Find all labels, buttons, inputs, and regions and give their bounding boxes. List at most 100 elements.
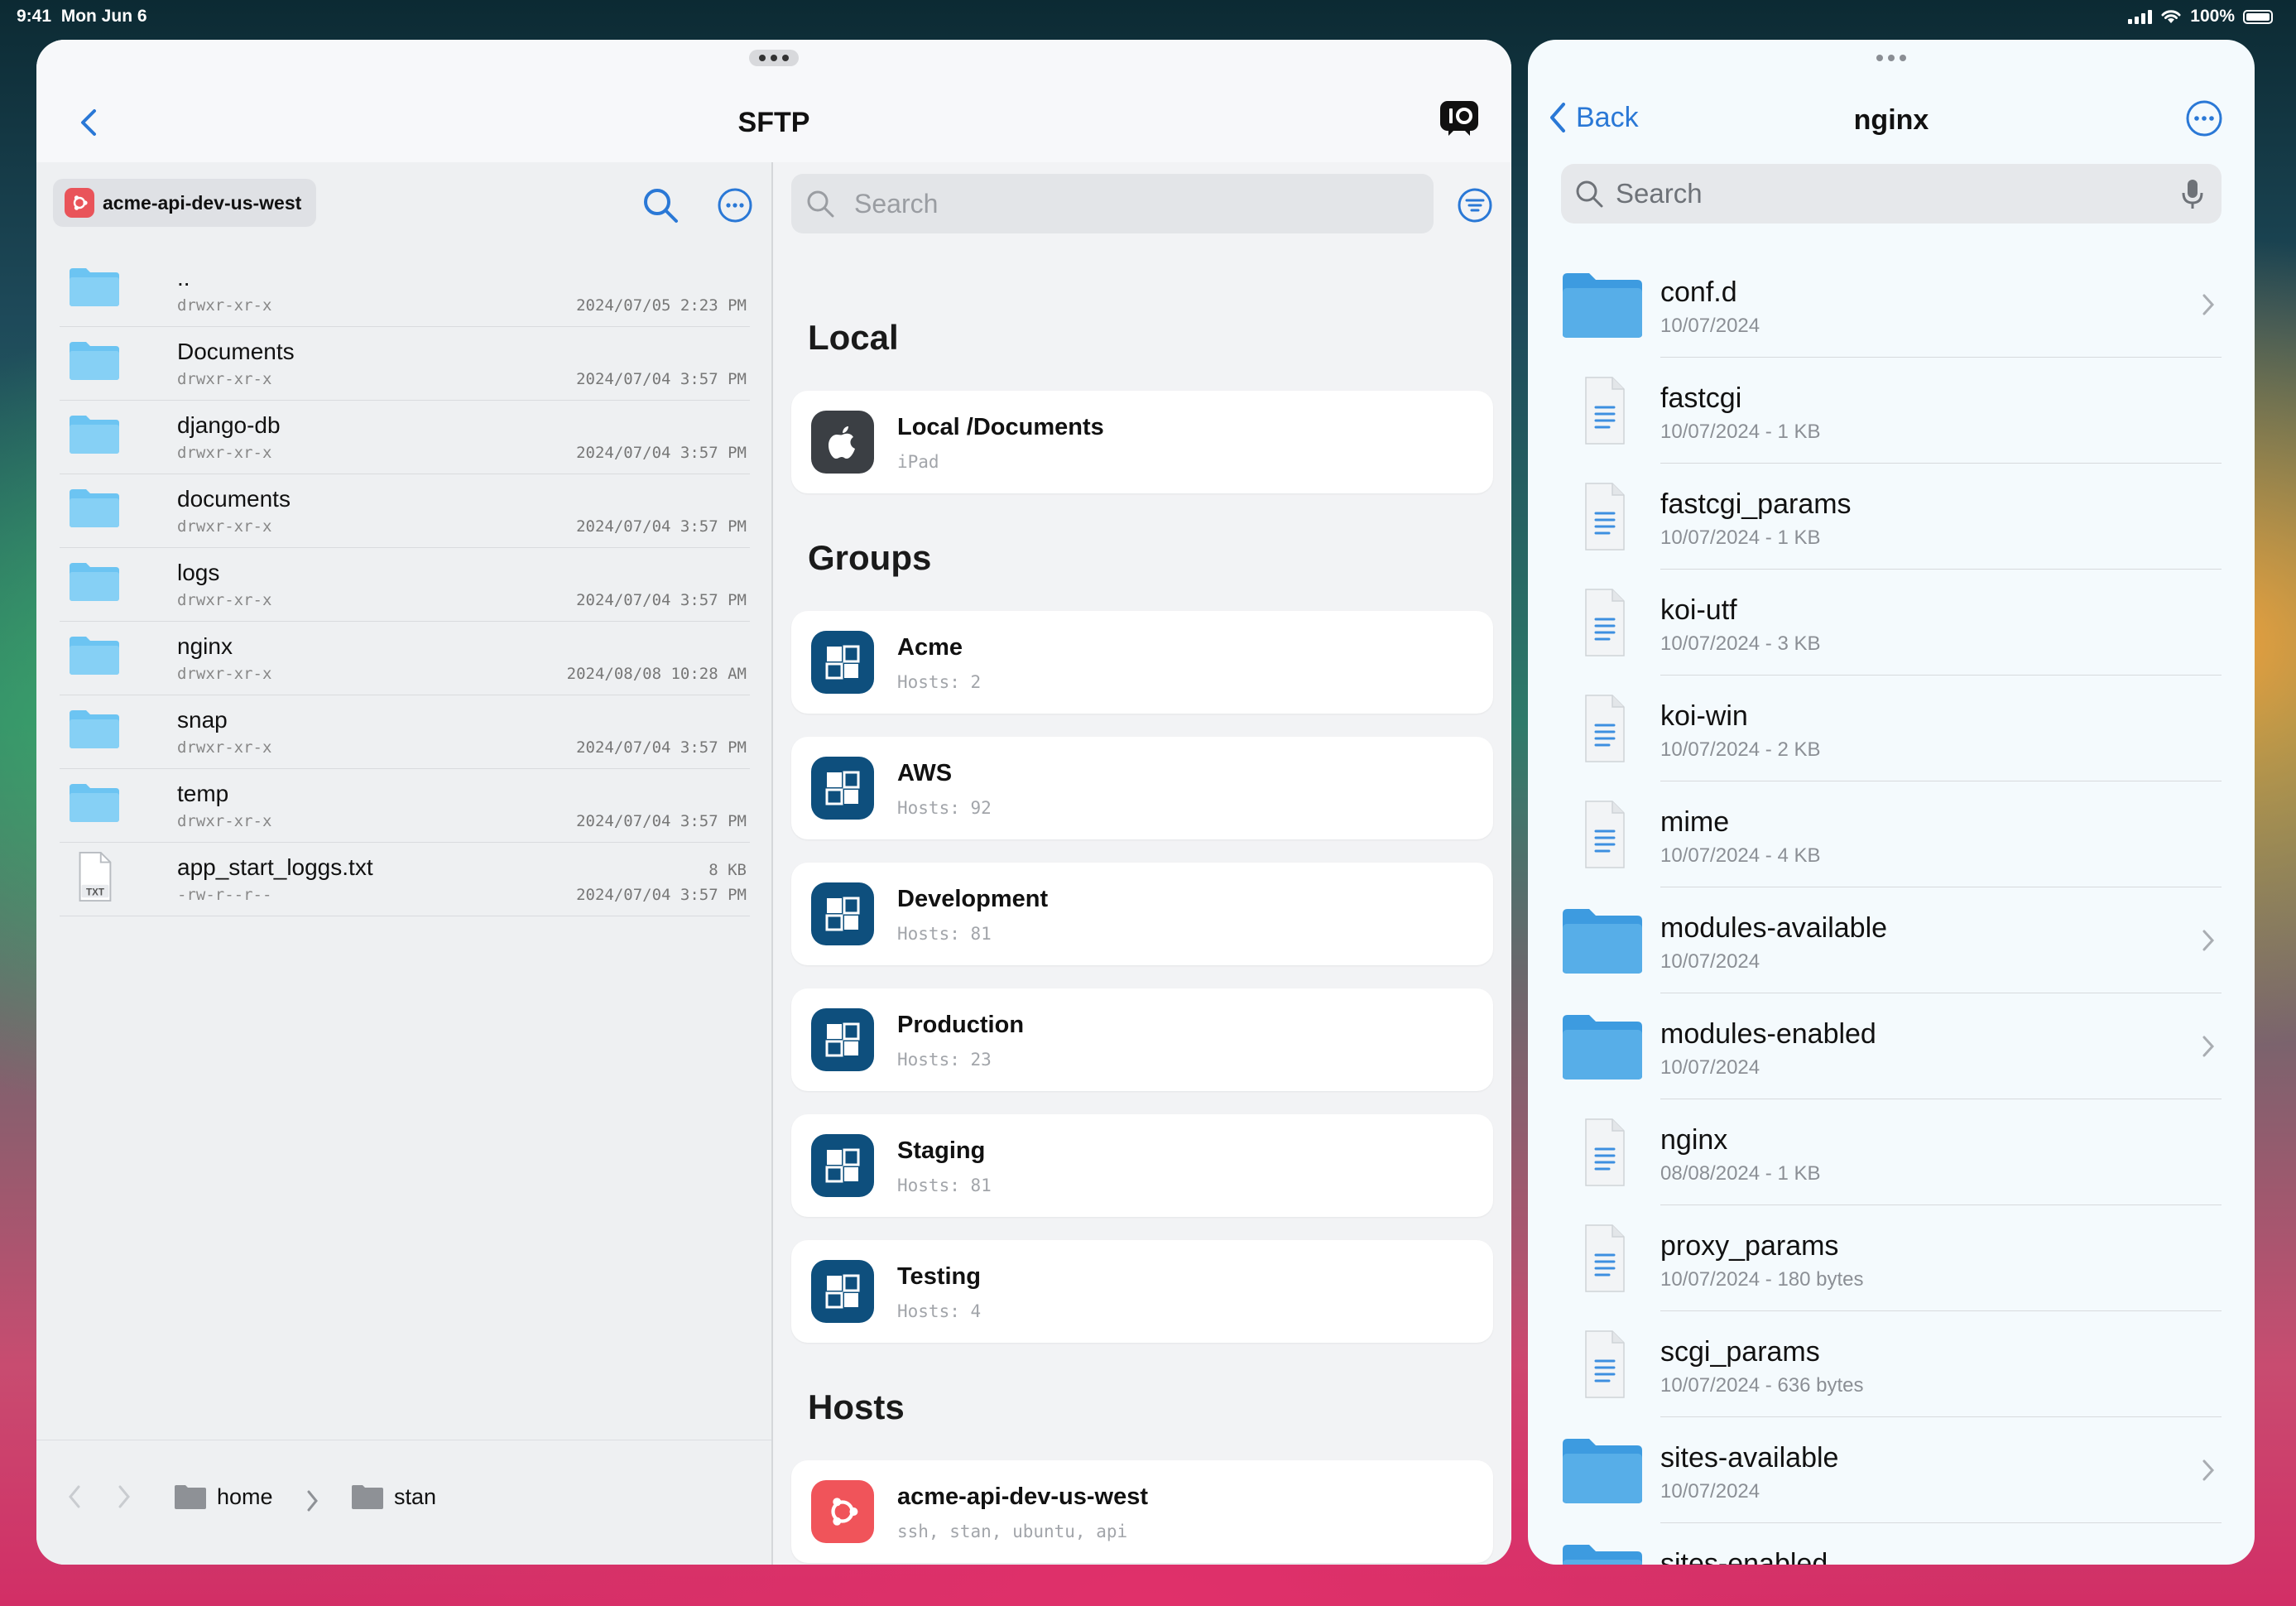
remote-file-browser: acme-api-dev-us-west .. drwxr-xr-x 2024/… — [36, 162, 773, 1565]
io-badge-icon[interactable] — [1439, 98, 1480, 137]
ubuntu-logo-icon — [811, 1480, 874, 1543]
status-indicators: 100% — [2128, 7, 2273, 26]
files-navigation-bar: Back nginx — [1528, 40, 2255, 162]
file-name: logs — [177, 560, 220, 585]
file-date: 2024/07/04 3:57 PM — [576, 591, 747, 609]
file-row[interactable]: koi-win 10/07/2024 - 2 KB — [1561, 676, 2222, 781]
group-card-aws[interactable]: AWS Hosts: 92 — [791, 737, 1493, 839]
files-search-field[interactable]: Search — [1561, 164, 2222, 224]
search-icon[interactable] — [641, 185, 680, 225]
document-icon — [1585, 695, 1625, 762]
file-date: 2024/07/04 3:57 PM — [576, 517, 747, 536]
file-row[interactable]: nginx drwxr-xr-x 2024/08/08 10:28 AM — [60, 622, 750, 695]
file-row[interactable]: scgi_params 10/07/2024 - 636 bytes — [1561, 1311, 2222, 1417]
host-chip-label: acme-api-dev-us-west — [103, 191, 302, 214]
group-icon — [811, 1260, 874, 1323]
txt-file-icon: TXT — [79, 851, 112, 902]
window-multitasking-handle[interactable] — [749, 50, 799, 66]
folder-icon — [1563, 273, 1642, 338]
path-breadcrumb: home stan — [36, 1440, 771, 1565]
page-title: SFTP — [737, 107, 810, 138]
filter-icon[interactable] — [1457, 187, 1493, 224]
item-name: modules-available — [1660, 912, 1888, 944]
cellular-signal-icon — [2128, 9, 2153, 24]
section-header-local: Local — [808, 318, 899, 357]
card-title: Production — [897, 1012, 1025, 1038]
local-documents-card[interactable]: Local /Documents iPad — [791, 391, 1493, 493]
folder-icon — [70, 342, 119, 380]
group-icon — [811, 882, 874, 945]
file-row[interactable]: proxy_params 10/07/2024 - 180 bytes — [1561, 1205, 2222, 1311]
folder-icon — [1563, 909, 1642, 974]
apple-logo-icon — [811, 411, 874, 474]
file-row[interactable]: snap drwxr-xr-x 2024/07/04 3:57 PM — [60, 695, 750, 769]
file-row[interactable]: koi-utf 10/07/2024 - 3 KB — [1561, 570, 2222, 676]
window-multitasking-handle[interactable] — [1866, 50, 1916, 66]
file-row[interactable]: .. drwxr-xr-x 2024/07/05 2:23 PM — [60, 253, 750, 327]
folder-row[interactable]: conf.d 10/07/2024 — [1561, 252, 2222, 358]
card-title: Testing — [897, 1263, 981, 1290]
group-icon — [811, 1008, 874, 1071]
file-permissions: -rw-r--r-- — [177, 886, 272, 904]
folder-icon — [1563, 1545, 1642, 1565]
connections-search-field[interactable]: Search — [791, 174, 1434, 233]
history-back-icon[interactable] — [66, 1483, 83, 1510]
item-name: sites-enabled — [1660, 1548, 1828, 1565]
item-meta: 10/07/2024 - 4 KB — [1660, 844, 1821, 867]
folder-row[interactable]: sites-enabled — [1561, 1523, 2222, 1565]
group-card-staging[interactable]: Staging Hosts: 81 — [791, 1114, 1493, 1217]
file-name: documents — [177, 486, 291, 512]
history-forward-icon[interactable] — [116, 1483, 132, 1510]
section-header-groups: Groups — [808, 538, 932, 577]
file-row[interactable]: fastcgi_params 10/07/2024 - 1 KB — [1561, 464, 2222, 570]
file-row[interactable]: mime 10/07/2024 - 4 KB — [1561, 781, 2222, 887]
file-row[interactable]: TXT app_start_loggs.txt -rw-r--r-- 8 KB … — [60, 843, 750, 916]
group-card-testing[interactable]: Testing Hosts: 4 — [791, 1240, 1493, 1343]
folder-icon — [1563, 1439, 1642, 1503]
file-permissions: drwxr-xr-x — [177, 812, 272, 830]
file-date: 2024/07/04 3:57 PM — [576, 444, 747, 462]
more-options-icon[interactable] — [717, 187, 753, 224]
document-icon — [1585, 589, 1625, 656]
breadcrumb-label: home — [217, 1483, 273, 1509]
file-row[interactable]: nginx 08/08/2024 - 1 KB — [1561, 1099, 2222, 1205]
sftp-navigation-bar: SFTP — [36, 40, 1511, 163]
file-row[interactable]: temp drwxr-xr-x 2024/07/04 3:57 PM — [60, 769, 750, 843]
more-options-icon[interactable] — [2185, 99, 2223, 137]
host-card-acme-api-dev-us-west[interactable]: acme-api-dev-us-west ssh, stan, ubuntu, … — [791, 1460, 1493, 1563]
file-name: snap — [177, 707, 228, 733]
group-card-development[interactable]: Development Hosts: 81 — [791, 863, 1493, 965]
status-bar: 9:41 Mon Jun 6 100% — [0, 0, 2296, 36]
file-date: 2024/07/04 3:57 PM — [576, 738, 747, 757]
file-row[interactable]: documents drwxr-xr-x 2024/07/04 3:57 PM — [60, 474, 750, 548]
file-permissions: drwxr-xr-x — [177, 738, 272, 757]
group-card-production[interactable]: Production Hosts: 23 — [791, 988, 1493, 1091]
file-permissions: drwxr-xr-x — [177, 591, 272, 609]
folder-icon — [352, 1485, 383, 1509]
file-row[interactable]: fastcgi 10/07/2024 - 1 KB — [1561, 358, 2222, 464]
folder-row[interactable]: modules-available 10/07/2024 — [1561, 887, 2222, 993]
group-card-acme[interactable]: Acme Hosts: 2 — [791, 611, 1493, 714]
search-icon — [1576, 180, 1603, 208]
file-row[interactable]: django-db drwxr-xr-x 2024/07/04 3:57 PM — [60, 401, 750, 474]
item-name: conf.d — [1660, 276, 1737, 308]
item-meta: 10/07/2024 - 180 bytes — [1660, 1268, 1864, 1291]
chevron-right-icon — [2202, 930, 2215, 951]
file-name: .. — [177, 265, 190, 291]
group-icon — [811, 631, 874, 694]
host-chip[interactable]: acme-api-dev-us-west — [53, 179, 317, 227]
item-name: scgi_params — [1660, 1336, 1820, 1368]
microphone-icon[interactable] — [2182, 179, 2203, 210]
search-icon — [807, 190, 834, 218]
history-arrows — [66, 1483, 132, 1510]
file-row[interactable]: Documents drwxr-xr-x 2024/07/04 3:57 PM — [60, 327, 750, 401]
item-meta: 10/07/2024 - 1 KB — [1660, 421, 1821, 443]
file-row[interactable]: logs drwxr-xr-x 2024/07/04 3:57 PM — [60, 548, 750, 622]
breadcrumb-stan[interactable]: stan — [351, 1483, 436, 1510]
folder-row[interactable]: sites-available 10/07/2024 — [1561, 1417, 2222, 1523]
folder-row[interactable]: modules-enabled 10/07/2024 — [1561, 993, 2222, 1099]
file-permissions: drwxr-xr-x — [177, 665, 272, 683]
item-meta: 10/07/2024 — [1660, 1056, 1760, 1079]
breadcrumb-home[interactable]: home — [174, 1483, 273, 1510]
status-date: Mon Jun 6 — [60, 7, 147, 26]
